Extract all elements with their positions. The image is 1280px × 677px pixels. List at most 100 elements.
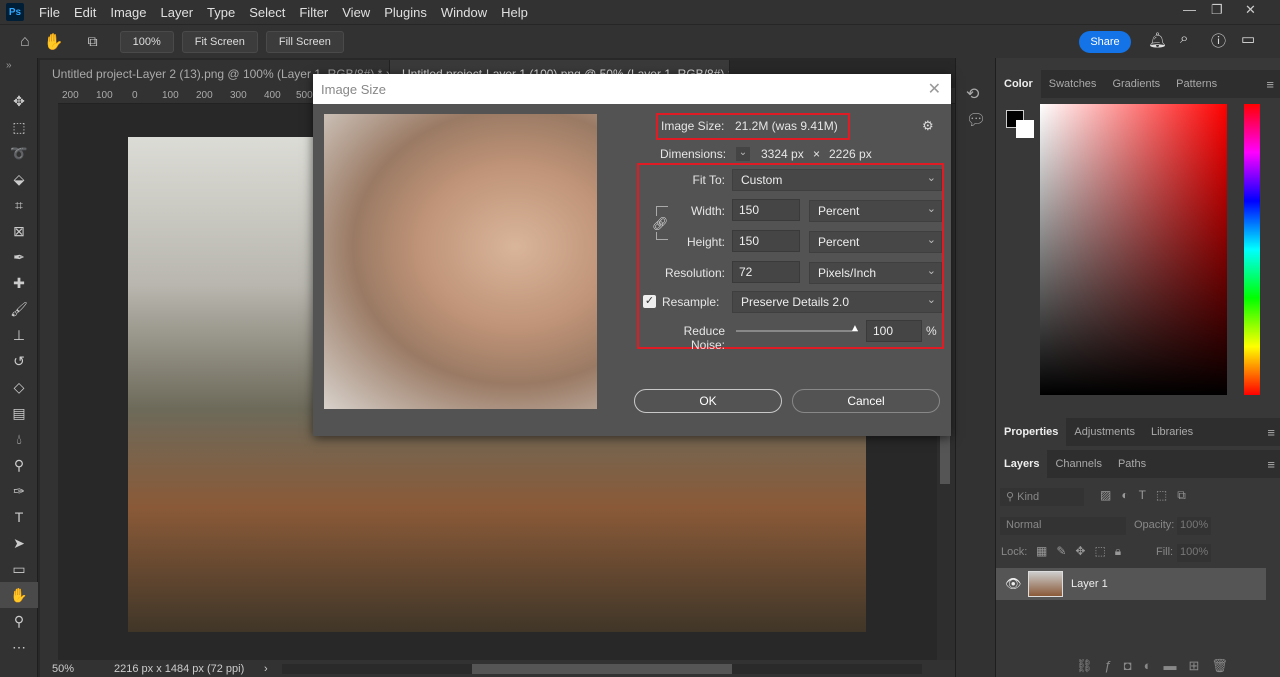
menu-window[interactable]: Window bbox=[434, 5, 494, 20]
hand-tool-icon[interactable]: ✋ bbox=[44, 32, 64, 52]
tab-color[interactable]: Color bbox=[996, 70, 1041, 98]
crop-tool-icon[interactable]: ⌗ bbox=[0, 192, 38, 218]
cancel-button[interactable]: Cancel bbox=[792, 389, 940, 413]
tab-libraries[interactable]: Libraries bbox=[1143, 418, 1201, 446]
panel-menu-icon[interactable]: ≡ bbox=[1267, 457, 1275, 472]
notifications-icon[interactable]: 🔔︎ bbox=[1148, 31, 1167, 49]
panel-menu-icon[interactable]: ≡ bbox=[1266, 77, 1274, 92]
layer-kind-filter[interactable]: ⚲ Kind bbox=[1000, 488, 1084, 506]
horizontal-scrollbar[interactable] bbox=[281, 663, 922, 674]
dimensions-unit-dropdown[interactable]: ⌄ bbox=[736, 147, 750, 161]
menu-file[interactable]: File bbox=[32, 5, 67, 20]
noise-slider-handle[interactable]: ▲ bbox=[850, 323, 860, 334]
menu-type[interactable]: Type bbox=[200, 5, 242, 20]
move-tool-icon[interactable]: ✥ bbox=[0, 88, 38, 114]
hand-tool-icon[interactable]: ✋ bbox=[0, 582, 38, 608]
workspace-icon[interactable]: ▭ bbox=[1241, 30, 1255, 48]
layer-actions-bar[interactable]: ⛓ƒ◘◐▬⊞🗑︎ bbox=[1076, 658, 1240, 674]
resolution-unit-select[interactable]: Pixels/Inch bbox=[809, 262, 942, 284]
width-label: Width: bbox=[690, 204, 725, 218]
tab-properties[interactable]: Properties bbox=[996, 418, 1067, 446]
dodge-tool-icon[interactable]: ⚲ bbox=[0, 452, 38, 478]
share-button[interactable]: Share bbox=[1079, 31, 1131, 53]
background-color-swatch[interactable] bbox=[1016, 120, 1034, 138]
visibility-eye-icon[interactable]: 👁︎ bbox=[1005, 576, 1022, 592]
color-field[interactable] bbox=[1040, 104, 1227, 395]
more-tools-icon[interactable]: ⋯ bbox=[0, 634, 38, 660]
history-icon[interactable]: ⟲ bbox=[966, 84, 995, 104]
status-menu-arrow[interactable]: › bbox=[264, 663, 268, 675]
fill-input[interactable]: 100% bbox=[1177, 544, 1211, 562]
help-icon[interactable]: ⓘ bbox=[1211, 30, 1226, 51]
eraser-tool-icon[interactable]: ◇ bbox=[0, 374, 38, 400]
fit-to-select[interactable]: Custom bbox=[732, 169, 942, 191]
brush-tool-icon[interactable]: 🖌︎ bbox=[0, 296, 38, 322]
resample-select[interactable]: Preserve Details 2.0 bbox=[732, 291, 942, 313]
lock-icons[interactable]: ▦✎✥⬚🔒︎ bbox=[1036, 544, 1130, 559]
lasso-tool-icon[interactable]: ➰ bbox=[0, 140, 38, 166]
search-icon[interactable]: ⌕ bbox=[1180, 30, 1188, 47]
resample-checkbox[interactable]: ✓ bbox=[643, 295, 656, 308]
settings-gear-icon[interactable]: ⚙ bbox=[922, 118, 934, 134]
path-select-tool-icon[interactable]: ➤ bbox=[0, 530, 38, 556]
zoom-100-button[interactable]: 100% bbox=[119, 30, 174, 53]
type-tool-icon[interactable]: T bbox=[0, 504, 38, 530]
height-input[interactable]: 150 bbox=[732, 230, 800, 252]
dialog-close-icon[interactable]: ✕ bbox=[928, 79, 941, 99]
layer-name[interactable]: Layer 1 bbox=[1071, 578, 1108, 590]
menu-layer[interactable]: Layer bbox=[154, 5, 201, 20]
zoom-level[interactable]: 50% bbox=[52, 663, 114, 675]
marquee-tool-icon[interactable]: ⬚ bbox=[0, 114, 38, 140]
width-unit-select[interactable]: Percent bbox=[809, 200, 942, 222]
blur-tool-icon[interactable]: 💧︎ bbox=[0, 426, 38, 452]
eyedropper-tool-icon[interactable]: ✒ bbox=[0, 244, 38, 270]
menu-edit[interactable]: Edit bbox=[67, 5, 103, 20]
layer-row[interactable]: 👁︎ Layer 1 bbox=[996, 568, 1266, 600]
menu-filter[interactable]: Filter bbox=[292, 5, 335, 20]
history-brush-icon[interactable]: ↺ bbox=[0, 348, 38, 374]
panel-menu-icon[interactable]: ≡ bbox=[1267, 425, 1275, 440]
menu-help[interactable]: Help bbox=[494, 5, 535, 20]
tab-swatches[interactable]: Swatches bbox=[1041, 70, 1105, 98]
frame-tool-icon[interactable]: ⊠ bbox=[0, 218, 38, 244]
ok-button[interactable]: OK bbox=[634, 389, 782, 413]
noise-slider-track[interactable] bbox=[736, 330, 858, 332]
opacity-input[interactable]: 100% bbox=[1177, 517, 1211, 535]
right-panels: Color Swatches Gradients Patterns ≡ Prop… bbox=[995, 58, 1280, 677]
minimize-button[interactable]: — bbox=[1183, 2, 1196, 17]
resolution-input[interactable]: 72 bbox=[732, 261, 800, 283]
fill-screen-button[interactable]: Fill Screen bbox=[265, 30, 344, 53]
restore-button[interactable]: ❐ bbox=[1211, 2, 1223, 18]
tab-patterns[interactable]: Patterns bbox=[1168, 70, 1225, 98]
noise-input[interactable]: 100 bbox=[866, 320, 922, 342]
menu-image[interactable]: Image bbox=[103, 5, 153, 20]
tab-gradients[interactable]: Gradients bbox=[1104, 70, 1168, 98]
close-window-button[interactable]: ✕ bbox=[1245, 2, 1256, 18]
blend-mode-select[interactable]: Normal bbox=[1000, 517, 1126, 535]
pen-tool-icon[interactable]: ✑ bbox=[0, 478, 38, 504]
width-input[interactable]: 150 bbox=[732, 199, 800, 221]
healing-tool-icon[interactable]: ✚ bbox=[0, 270, 38, 296]
gradient-tool-icon[interactable]: ▤ bbox=[0, 400, 38, 426]
comments-icon[interactable]: 💬︎ bbox=[966, 110, 995, 130]
scroll-all-windows-icon[interactable]: ⧉ bbox=[88, 33, 98, 50]
tab-layers[interactable]: Layers bbox=[996, 450, 1048, 478]
menu-select[interactable]: Select bbox=[242, 5, 292, 20]
image-preview[interactable] bbox=[324, 114, 597, 409]
rectangle-tool-icon[interactable]: ▭ bbox=[0, 556, 38, 582]
tab-paths[interactable]: Paths bbox=[1110, 450, 1154, 478]
collapse-icon[interactable]: » bbox=[0, 58, 37, 88]
layer-filter-icons[interactable]: ▨◐T⬚⧉ bbox=[1100, 488, 1196, 503]
fit-screen-button[interactable]: Fit Screen bbox=[181, 30, 258, 53]
home-icon[interactable]: ⌂ bbox=[20, 33, 30, 51]
zoom-tool-icon[interactable]: ⚲ bbox=[0, 608, 38, 634]
tab-channels[interactable]: Channels bbox=[1047, 450, 1109, 478]
object-select-tool-icon[interactable]: ⬙ bbox=[0, 166, 38, 192]
tab-adjustments[interactable]: Adjustments bbox=[1066, 418, 1143, 446]
link-chain-icon[interactable]: 🔗︎ bbox=[652, 216, 669, 232]
menu-plugins[interactable]: Plugins bbox=[377, 5, 434, 20]
stamp-tool-icon[interactable]: ⊥ bbox=[0, 322, 38, 348]
height-unit-select[interactable]: Percent bbox=[809, 231, 942, 253]
hue-slider[interactable] bbox=[1244, 104, 1260, 395]
menu-view[interactable]: View bbox=[335, 5, 377, 20]
